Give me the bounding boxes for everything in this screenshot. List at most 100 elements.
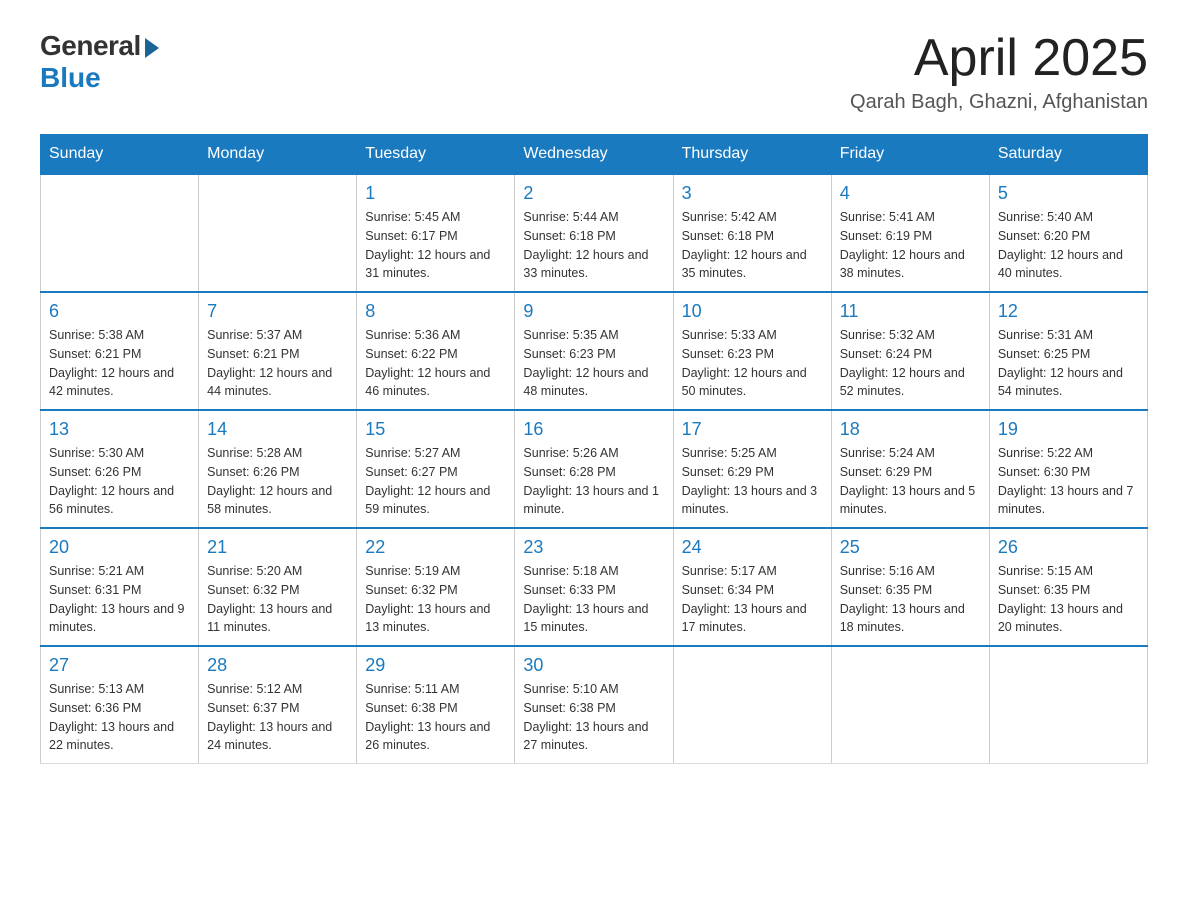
calendar-day-cell: 8 Sunrise: 5:36 AMSunset: 6:22 PMDaylight…: [357, 292, 515, 410]
calendar-header-row: SundayMondayTuesdayWednesdayThursdayFrid…: [41, 135, 1148, 175]
calendar-day-cell: [199, 174, 357, 292]
calendar-day-cell: 20Sunrise: 5:21 AMSunset: 6:31 PMDayligh…: [41, 528, 199, 646]
day-info: Sunrise: 5:32 AMSunset: 6:24 PMDaylight:…: [840, 326, 981, 401]
calendar-day-header: Monday: [199, 135, 357, 175]
day-info: Sunrise: 5:11 AMSunset: 6:38 PMDaylight:…: [365, 680, 506, 755]
day-number: 5: [998, 183, 1139, 204]
day-info: Sunrise: 5:17 AMSunset: 6:34 PMDaylight:…: [682, 562, 823, 637]
day-number: 26: [998, 537, 1139, 558]
calendar-day-cell: 3 Sunrise: 5:42 AMSunset: 6:18 PMDaylight…: [673, 174, 831, 292]
day-number: 12: [998, 301, 1139, 322]
calendar-day-cell: 4 Sunrise: 5:41 AMSunset: 6:19 PMDaylight…: [831, 174, 989, 292]
calendar-day-cell: [673, 646, 831, 764]
day-number: 2: [523, 183, 664, 204]
calendar-day-header: Friday: [831, 135, 989, 175]
day-info: Sunrise: 5:20 AMSunset: 6:32 PMDaylight:…: [207, 562, 348, 637]
day-number: 28: [207, 655, 348, 676]
logo: General Blue: [40, 30, 159, 94]
calendar-day-cell: 17 Sunrise: 5:25 AMSunset: 6:29 PMDayligh…: [673, 410, 831, 528]
day-info: Sunrise: 5:37 AMSunset: 6:21 PMDaylight:…: [207, 326, 348, 401]
logo-blue-text: Blue: [40, 62, 101, 94]
day-number: 6: [49, 301, 190, 322]
logo-general-text: General: [40, 30, 141, 62]
calendar-day-cell: 18Sunrise: 5:24 AMSunset: 6:29 PMDayligh…: [831, 410, 989, 528]
day-info: Sunrise: 5:41 AMSunset: 6:19 PMDaylight:…: [840, 208, 981, 283]
calendar-day-cell: 1 Sunrise: 5:45 AMSunset: 6:17 PMDaylight…: [357, 174, 515, 292]
day-info: Sunrise: 5:24 AMSunset: 6:29 PMDaylight:…: [840, 444, 981, 519]
calendar-week-row: 20Sunrise: 5:21 AMSunset: 6:31 PMDayligh…: [41, 528, 1148, 646]
day-number: 24: [682, 537, 823, 558]
day-info: Sunrise: 5:15 AMSunset: 6:35 PMDaylight:…: [998, 562, 1139, 637]
day-number: 25: [840, 537, 981, 558]
day-number: 9: [523, 301, 664, 322]
calendar-day-cell: [989, 646, 1147, 764]
calendar-day-cell: 27 Sunrise: 5:13 AMSunset: 6:36 PMDayligh…: [41, 646, 199, 764]
day-info: Sunrise: 5:33 AMSunset: 6:23 PMDaylight:…: [682, 326, 823, 401]
day-info: Sunrise: 5:12 AMSunset: 6:37 PMDaylight:…: [207, 680, 348, 755]
calendar-day-cell: [41, 174, 199, 292]
calendar-day-header: Tuesday: [357, 135, 515, 175]
calendar-week-row: 27 Sunrise: 5:13 AMSunset: 6:36 PMDayligh…: [41, 646, 1148, 764]
day-info: Sunrise: 5:38 AMSunset: 6:21 PMDaylight:…: [49, 326, 190, 401]
calendar-day-cell: 14Sunrise: 5:28 AMSunset: 6:26 PMDayligh…: [199, 410, 357, 528]
logo-arrow-icon: [145, 38, 159, 58]
day-number: 27: [49, 655, 190, 676]
day-number: 3: [682, 183, 823, 204]
day-info: Sunrise: 5:16 AMSunset: 6:35 PMDaylight:…: [840, 562, 981, 637]
calendar-day-header: Saturday: [989, 135, 1147, 175]
location-label: Qarah Bagh, Ghazni, Afghanistan: [850, 91, 1148, 114]
calendar-week-row: 1 Sunrise: 5:45 AMSunset: 6:17 PMDaylight…: [41, 174, 1148, 292]
day-info: Sunrise: 5:35 AMSunset: 6:23 PMDaylight:…: [523, 326, 664, 401]
calendar-day-cell: 25 Sunrise: 5:16 AMSunset: 6:35 PMDayligh…: [831, 528, 989, 646]
calendar-day-cell: 5 Sunrise: 5:40 AMSunset: 6:20 PMDaylight…: [989, 174, 1147, 292]
calendar-day-cell: 28 Sunrise: 5:12 AMSunset: 6:37 PMDayligh…: [199, 646, 357, 764]
title-section: April 2025 Qarah Bagh, Ghazni, Afghanist…: [850, 30, 1148, 114]
day-number: 21: [207, 537, 348, 558]
calendar-week-row: 6 Sunrise: 5:38 AMSunset: 6:21 PMDaylight…: [41, 292, 1148, 410]
day-info: Sunrise: 5:45 AMSunset: 6:17 PMDaylight:…: [365, 208, 506, 283]
day-info: Sunrise: 5:30 AMSunset: 6:26 PMDaylight:…: [49, 444, 190, 519]
calendar-day-cell: 15 Sunrise: 5:27 AMSunset: 6:27 PMDayligh…: [357, 410, 515, 528]
day-info: Sunrise: 5:27 AMSunset: 6:27 PMDaylight:…: [365, 444, 506, 519]
calendar-table: SundayMondayTuesdayWednesdayThursdayFrid…: [40, 134, 1148, 764]
day-info: Sunrise: 5:36 AMSunset: 6:22 PMDaylight:…: [365, 326, 506, 401]
calendar-day-cell: 13Sunrise: 5:30 AMSunset: 6:26 PMDayligh…: [41, 410, 199, 528]
day-number: 11: [840, 301, 981, 322]
day-number: 8: [365, 301, 506, 322]
day-info: Sunrise: 5:10 AMSunset: 6:38 PMDaylight:…: [523, 680, 664, 755]
day-info: Sunrise: 5:18 AMSunset: 6:33 PMDaylight:…: [523, 562, 664, 637]
calendar-day-cell: 11 Sunrise: 5:32 AMSunset: 6:24 PMDayligh…: [831, 292, 989, 410]
day-info: Sunrise: 5:25 AMSunset: 6:29 PMDaylight:…: [682, 444, 823, 519]
calendar-day-cell: 21 Sunrise: 5:20 AMSunset: 6:32 PMDayligh…: [199, 528, 357, 646]
calendar-day-cell: 7 Sunrise: 5:37 AMSunset: 6:21 PMDaylight…: [199, 292, 357, 410]
day-number: 17: [682, 419, 823, 440]
day-info: Sunrise: 5:28 AMSunset: 6:26 PMDaylight:…: [207, 444, 348, 519]
day-info: Sunrise: 5:21 AMSunset: 6:31 PMDaylight:…: [49, 562, 190, 637]
day-info: Sunrise: 5:13 AMSunset: 6:36 PMDaylight:…: [49, 680, 190, 755]
day-info: Sunrise: 5:31 AMSunset: 6:25 PMDaylight:…: [998, 326, 1139, 401]
day-number: 1: [365, 183, 506, 204]
calendar-week-row: 13Sunrise: 5:30 AMSunset: 6:26 PMDayligh…: [41, 410, 1148, 528]
calendar-day-cell: [831, 646, 989, 764]
calendar-day-cell: 10 Sunrise: 5:33 AMSunset: 6:23 PMDayligh…: [673, 292, 831, 410]
day-info: Sunrise: 5:42 AMSunset: 6:18 PMDaylight:…: [682, 208, 823, 283]
calendar-day-cell: 26 Sunrise: 5:15 AMSunset: 6:35 PMDayligh…: [989, 528, 1147, 646]
day-number: 19: [998, 419, 1139, 440]
day-info: Sunrise: 5:22 AMSunset: 6:30 PMDaylight:…: [998, 444, 1139, 519]
day-number: 15: [365, 419, 506, 440]
calendar-day-cell: 22Sunrise: 5:19 AMSunset: 6:32 PMDayligh…: [357, 528, 515, 646]
day-number: 10: [682, 301, 823, 322]
calendar-day-cell: 19 Sunrise: 5:22 AMSunset: 6:30 PMDayligh…: [989, 410, 1147, 528]
day-number: 30: [523, 655, 664, 676]
calendar-day-cell: 2 Sunrise: 5:44 AMSunset: 6:18 PMDaylight…: [515, 174, 673, 292]
day-number: 29: [365, 655, 506, 676]
calendar-day-cell: 24 Sunrise: 5:17 AMSunset: 6:34 PMDayligh…: [673, 528, 831, 646]
calendar-day-cell: 6 Sunrise: 5:38 AMSunset: 6:21 PMDaylight…: [41, 292, 199, 410]
day-info: Sunrise: 5:40 AMSunset: 6:20 PMDaylight:…: [998, 208, 1139, 283]
page-header: General Blue April 2025 Qarah Bagh, Ghaz…: [40, 30, 1148, 114]
day-info: Sunrise: 5:44 AMSunset: 6:18 PMDaylight:…: [523, 208, 664, 283]
calendar-day-header: Wednesday: [515, 135, 673, 175]
calendar-day-cell: 9 Sunrise: 5:35 AMSunset: 6:23 PMDaylight…: [515, 292, 673, 410]
day-number: 7: [207, 301, 348, 322]
day-number: 4: [840, 183, 981, 204]
